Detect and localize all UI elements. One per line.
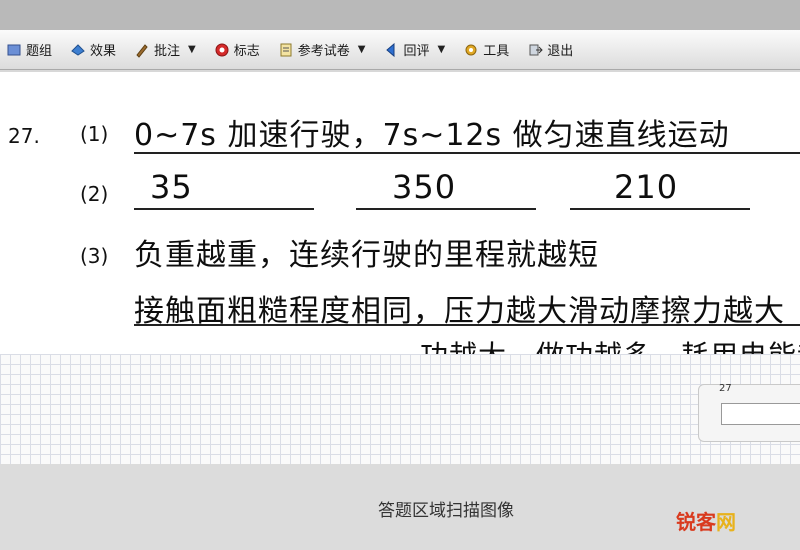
underline	[570, 208, 750, 210]
question-group-button[interactable]: 题组	[0, 36, 58, 64]
underline	[134, 324, 800, 326]
flag-button[interactable]: 标志	[208, 36, 266, 64]
part-label: (3)	[80, 244, 109, 268]
effect-icon	[71, 43, 85, 56]
chevron-down-icon[interactable]: ▼	[358, 44, 366, 55]
chevron-down-icon[interactable]: ▼	[438, 44, 446, 55]
watermark-part2: 网	[716, 510, 736, 534]
effect-button[interactable]: 效果	[64, 36, 122, 64]
handwritten-line: 0~7s 加速行驶，7s~12s 做匀速直线运动	[134, 118, 730, 153]
underline	[134, 152, 800, 154]
pen-icon	[136, 43, 148, 58]
tools-button[interactable]: 工具	[457, 36, 515, 64]
tools-icon	[465, 44, 477, 55]
score-input[interactable]	[721, 403, 800, 425]
question-group-label: 题组	[26, 44, 53, 59]
effect-label: 效果	[90, 44, 117, 59]
watermark-part1: 锐客	[676, 510, 716, 534]
annotate-button[interactable]: 批注 ▼	[128, 36, 202, 64]
score-panel-label: 27	[719, 383, 732, 394]
answer-scan-image: 27. (1) 0~7s 加速行驶，7s~12s 做匀速直线运动 (2) 35 …	[0, 72, 800, 354]
reference-paper-label: 参考试卷	[297, 44, 350, 59]
back-review-button[interactable]: 回评 ▼	[377, 36, 451, 64]
underline	[356, 208, 536, 210]
exit-icon	[529, 44, 543, 55]
exit-label: 退出	[547, 44, 574, 59]
toolbar: 题组 效果 批注 ▼ 标志 参考试卷 ▼ 回评 ▼ 工具 退出	[0, 30, 800, 70]
question-number: 27.	[8, 124, 40, 148]
reference-paper-icon	[280, 43, 292, 56]
back-review-label: 回评	[403, 44, 430, 59]
part-label: (1)	[80, 122, 109, 146]
window-top-strip	[0, 0, 800, 30]
question-group-icon	[7, 44, 21, 55]
scan-caption: 答题区域扫描图像	[378, 501, 514, 521]
score-panel: 27	[698, 383, 800, 442]
flag-icon	[215, 43, 229, 56]
part-label: (2)	[80, 182, 109, 206]
handwritten-line: 功越大，做功越多，耗用电能越多	[420, 334, 800, 354]
annotate-label: 批注	[154, 44, 181, 59]
handwritten-line: 负重越重，连续行驶的里程就越短	[134, 238, 599, 273]
handwritten-blank: 35	[150, 168, 193, 206]
reference-paper-button[interactable]: 参考试卷 ▼	[272, 36, 372, 64]
grid-paper-area	[0, 354, 800, 464]
underline	[134, 208, 314, 210]
site-watermark: 锐客网	[676, 506, 736, 535]
handwritten-blank: 350	[392, 168, 457, 206]
chevron-down-icon[interactable]: ▼	[188, 44, 196, 55]
exit-button[interactable]: 退出	[521, 36, 579, 64]
handwritten-blank: 210	[614, 168, 679, 206]
tools-label: 工具	[483, 44, 510, 59]
flag-label: 标志	[233, 44, 260, 59]
back-review-icon	[386, 42, 395, 57]
